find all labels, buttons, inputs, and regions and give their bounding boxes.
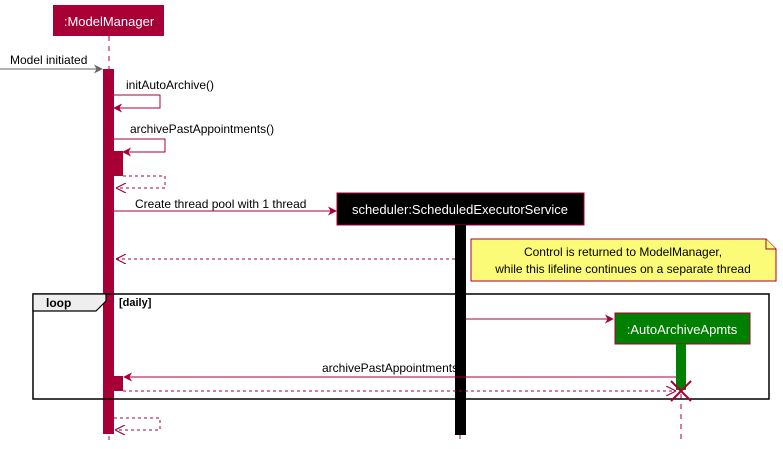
message-archive-past-appointments-arrow [114, 138, 166, 157]
loop-keyword: loop [46, 296, 71, 310]
note-control-returned: Control is returned to ModelManager, whi… [470, 238, 777, 282]
message-archive-past-appointments-loop-label: archivePastAppointments() [322, 361, 466, 375]
participant-model-manager: :ModelManager [53, 5, 164, 36]
sequence-diagram: :ModelManager Model initiated initAutoAr… [0, 5, 777, 440]
participant-auto-archive-label: :AutoArchiveApmts [627, 322, 738, 337]
note-line-1: Control is returned to ModelManager, [524, 245, 722, 259]
activation-bar-nested-2 [114, 376, 123, 391]
participant-scheduler: scheduler:ScheduledExecutorService [336, 192, 585, 226]
participant-auto-archive: :AutoArchiveApmts [614, 312, 751, 345]
activation-bar-nested-1 [114, 151, 123, 176]
message-archive-past-appointments-label: archivePastAppointments() [130, 122, 274, 136]
activation-bar-auto-archive [676, 344, 686, 390]
loop-guard: [daily] [119, 297, 152, 309]
activation-bar-scheduler [455, 225, 466, 435]
activation-bar-model-manager [103, 69, 114, 434]
message-model-initiated-label: Model initiated [10, 53, 87, 67]
note-line-2: while this lifeline continues on a separ… [494, 262, 751, 276]
participant-model-manager-label: :ModelManager [64, 14, 155, 29]
message-create-thread-pool-label: Create thread pool with 1 thread [135, 197, 306, 211]
loop-frame [32, 293, 770, 400]
loop-fragment: loop [daily] [32, 293, 770, 400]
participant-scheduler-label: scheduler:ScheduledExecutorService [352, 202, 568, 217]
return-archive-past-appointments-arrow [117, 175, 166, 188]
note-fold [765, 239, 776, 250]
return-final-arrow [114, 417, 161, 430]
message-init-auto-archive-arrow [113, 94, 161, 113]
message-init-auto-archive-label: initAutoArchive() [126, 78, 214, 92]
